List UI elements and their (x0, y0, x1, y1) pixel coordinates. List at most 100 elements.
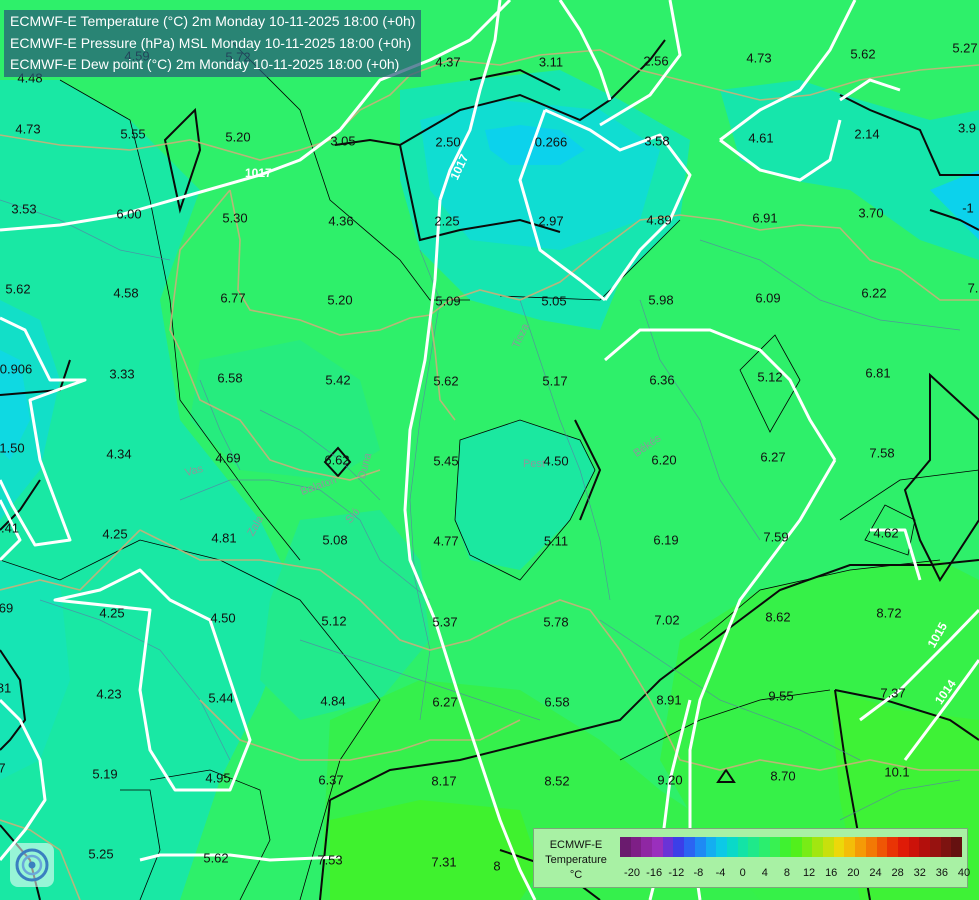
gridpoint-value: 2.14 (854, 126, 880, 142)
gridpoint-value: 4.81 (211, 530, 237, 546)
gridpoint-value: 5.30 (222, 210, 248, 226)
gridpoint-value: 6.22 (861, 285, 887, 301)
legend-tick-label: 20 (847, 867, 860, 879)
isobar-label: 1017 (245, 166, 272, 180)
gridpoint-value: 8 (493, 858, 501, 874)
gridpoint-value: 3.53 (11, 201, 37, 217)
gridpoint-value: 10.1 (884, 764, 910, 780)
legend-ticks: -20 -16 -12 -8 -4 0 4 8 12 16 20 24 28 32 36 40 (616, 867, 970, 881)
weather-map[interactable]: 1017 1017 1015 1014 Vas Zala Balaton Sió… (0, 0, 979, 900)
title-dewpoint: ECMWF-E Dew point (°C) 2m Monday 10-11-2… (10, 56, 400, 72)
gridpoint-value: 8.62 (765, 609, 791, 625)
gridpoint-value: 4.95 (205, 770, 231, 786)
gridpoint-value: 6.37 (318, 772, 344, 788)
legend-tick-label: 16 (825, 867, 838, 879)
gridpoint-value: 7.31 (431, 854, 457, 870)
color-legend: ECMWF-E Temperature °C -20 -16 -12 -8 -4 0 4 8 1… (533, 828, 970, 888)
gridpoint-value: 6.27 (432, 694, 458, 710)
legend-swatch (855, 837, 866, 857)
legend-tick-label: 28 (891, 867, 904, 879)
gridpoint-value: 5.62 (850, 46, 876, 62)
legend-swatch (705, 837, 717, 857)
legend-swatch (758, 837, 770, 857)
legend-swatch (673, 837, 685, 857)
legend-swatch (833, 837, 845, 857)
gridpoint-value: 6.27 (760, 449, 786, 465)
map-canvas (0, 0, 979, 900)
gridpoint-value: 5.20 (327, 292, 353, 308)
gridpoint-value: 5.19 (92, 766, 118, 782)
legend-tick-label: 0 (739, 867, 746, 879)
gridpoint-value: 5.25 (88, 846, 114, 862)
gridpoint-value: 5.09 (435, 293, 461, 309)
swirl-logo-icon (15, 848, 49, 882)
legend-swatch (823, 837, 834, 857)
gridpoint-value: 69 (0, 600, 14, 616)
gridpoint-value: -1 (962, 200, 974, 216)
gridpoint-value: 4.84 (320, 693, 346, 709)
gridpoint-value: 5.37 (432, 614, 458, 630)
legend-swatch (865, 837, 877, 857)
gridpoint-value: 8.70 (770, 768, 796, 784)
gridpoint-value: 6.00 (116, 206, 142, 222)
gridpoint-value: 4.69 (215, 450, 241, 466)
gridpoint-value: 7.53 (317, 852, 343, 868)
legend-tick-label: 32 (913, 867, 926, 879)
gridpoint-value: 9.55 (768, 688, 794, 704)
gridpoint-value: 4.77 (433, 533, 459, 549)
gridpoint-value: 7. (967, 280, 979, 296)
gridpoint-value: 5.98 (648, 292, 674, 308)
legend-swatch (737, 837, 749, 857)
legend-tick-label: 4 (761, 867, 768, 879)
gridpoint-value: 5.62 (5, 281, 31, 297)
legend-unit: °C (569, 869, 583, 881)
legend-swatch (769, 837, 781, 857)
gridpoint-value: 4.61 (748, 130, 774, 146)
provider-logo (10, 843, 54, 887)
gridpoint-value: 5.20 (225, 129, 251, 145)
legend-swatch (919, 837, 930, 857)
legend-tick-label: -8 (693, 867, 704, 879)
gridpoint-value: 4.62 (873, 525, 899, 541)
legend-swatch (652, 837, 663, 857)
legend-swatch (951, 837, 962, 857)
gridpoint-value: 2.50 (435, 134, 461, 150)
gridpoint-value: 5.62 (433, 373, 459, 389)
legend-swatch (694, 837, 706, 857)
gridpoint-value: 5.45 (433, 453, 459, 469)
gridpoint-value: 4.50 (210, 610, 236, 626)
legend-swatch (630, 837, 642, 857)
gridpoint-value: 2.97 (538, 213, 564, 229)
gridpoint-value: 5.05 (541, 293, 567, 309)
gridpoint-value: 4.89 (646, 212, 672, 228)
gridpoint-value: 2.25 (434, 213, 460, 229)
gridpoint-value: 2.56 (643, 53, 669, 69)
legend-swatch (662, 837, 674, 857)
legend-swatch (716, 837, 727, 857)
gridpoint-value: 8.17 (431, 773, 457, 789)
legend-label: ECMWF-E Temperature °C (534, 838, 618, 883)
legend-tick-label: -16 (646, 867, 663, 879)
legend-color-bar (620, 837, 962, 857)
legend-swatch (620, 837, 631, 857)
legend-swatch (929, 837, 941, 857)
map-title-block: ECMWF-E Temperature (°C) 2m Monday 10-11… (4, 10, 422, 77)
gridpoint-value: 4.23 (96, 686, 122, 702)
gridpoint-value: 3.33 (109, 366, 135, 382)
legend-swatch (908, 837, 920, 857)
legend-tick-label: -12 (668, 867, 685, 879)
gridpoint-value: 5.27 (952, 40, 978, 56)
gridpoint-value: 6.20 (651, 452, 677, 468)
gridpoint-value: 3.05 (330, 133, 356, 149)
legend-swatch (641, 837, 653, 857)
gridpoint-value: 4.25 (102, 526, 128, 542)
title-temperature: ECMWF-E Temperature (°C) 2m Monday 10-11… (10, 13, 416, 29)
gridpoint-value: 4.36 (328, 213, 354, 229)
gridpoint-value: 6.81 (865, 365, 891, 381)
gridpoint-value: 4.50 (543, 453, 569, 469)
legend-swatch (812, 837, 824, 857)
gridpoint-value: 5.44 (208, 690, 234, 706)
gridpoint-value: 3.70 (858, 205, 884, 221)
gridpoint-value: .41 (0, 520, 20, 536)
gridpoint-value: 5.11 (543, 533, 569, 549)
